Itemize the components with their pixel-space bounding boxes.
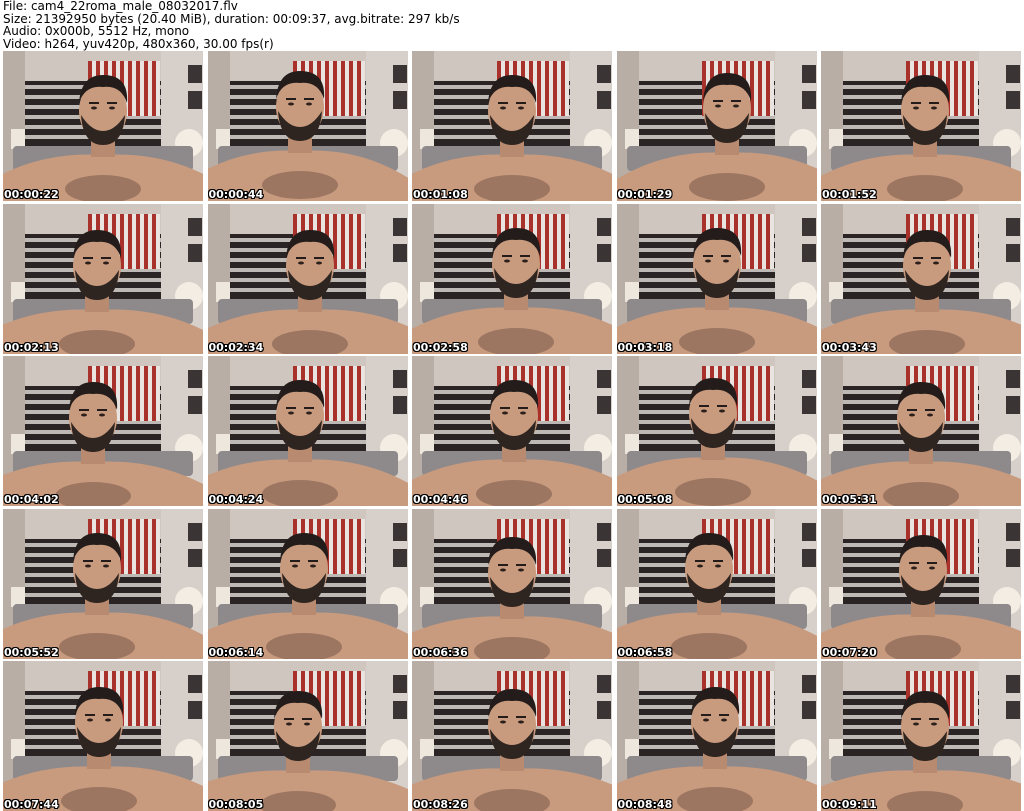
webcam-frame-image (207, 356, 408, 506)
thumbnail-timestamp: 00:06:14 (208, 645, 264, 659)
thumbnail-timestamp: 00:02:13 (4, 340, 59, 354)
thumbnail-timestamp: 00:04:46 (413, 493, 468, 506)
thumbnail-timestamp: 00:01:29 (617, 188, 673, 201)
thumbnail-grid: 00:00:22 00:00:44 00:01:08 00:01:29 00:01:52… (3, 51, 1021, 811)
video-thumbnail: 00:09:11 (821, 661, 1021, 811)
thumbnail-timestamp: 00:01:52 (822, 188, 877, 201)
video-thumbnail: 00:05:31 (821, 356, 1021, 506)
thumbnail-timestamp: 00:05:31 (822, 493, 877, 506)
thumbnail-timestamp: 00:02:58 (413, 340, 468, 354)
video-thumbnail: 00:06:14 (207, 508, 408, 659)
thumbnail-timestamp: 00:08:26 (413, 798, 468, 811)
video-thumbnail: 00:02:34 (207, 203, 408, 354)
video-thumbnail: 00:02:13 (3, 203, 203, 354)
webcam-frame-image (821, 356, 1021, 506)
video-thumbnail: 00:01:52 (821, 51, 1021, 201)
thumbnail-timestamp: 00:04:24 (208, 493, 264, 506)
webcam-frame-image (412, 508, 612, 659)
webcam-frame-image (3, 508, 203, 659)
file-name-line: File: cam4_22roma_male_08032017.flv (3, 0, 238, 13)
thumbnail-timestamp: 00:05:08 (617, 493, 673, 506)
video-thumbnail: 00:01:29 (616, 51, 817, 201)
webcam-frame-image (821, 661, 1021, 811)
thumbnail-timestamp: 00:09:11 (822, 798, 877, 811)
webcam-frame-image (821, 508, 1021, 659)
video-thumbnail: 00:04:46 (412, 356, 612, 506)
video-thumbnail: 00:01:08 (412, 51, 612, 201)
webcam-frame-image (3, 51, 203, 201)
thumbnail-timestamp: 00:03:43 (822, 340, 877, 354)
webcam-frame-image (616, 508, 817, 659)
video-thumbnail: 00:05:08 (616, 356, 817, 506)
webcam-frame-image (207, 661, 408, 811)
video-thumbnail: 00:06:36 (412, 508, 612, 659)
thumbnail-timestamp: 00:07:44 (4, 798, 59, 811)
thumbnail-timestamp: 00:03:18 (617, 340, 673, 354)
video-thumbnail: 00:04:02 (3, 356, 203, 506)
webcam-frame-image (207, 508, 408, 659)
thumbnail-timestamp: 00:07:20 (822, 645, 877, 659)
video-thumbnail: 00:05:52 (3, 508, 203, 659)
webcam-frame-image (616, 51, 817, 201)
thumbnail-timestamp: 00:06:36 (413, 645, 468, 659)
thumbnail-timestamp: 00:00:44 (208, 188, 264, 201)
thumbnail-timestamp: 00:00:22 (4, 188, 59, 201)
video-thumbnail: 00:08:05 (207, 661, 408, 811)
webcam-frame-image (412, 203, 612, 354)
webcam-frame-image (412, 356, 612, 506)
video-thumbnail: 00:02:58 (412, 203, 612, 354)
webcam-frame-image (3, 356, 203, 506)
video-thumbnail: 00:06:58 (616, 508, 817, 659)
video-thumbnail: 00:08:48 (616, 661, 817, 811)
webcam-frame-image (616, 203, 817, 354)
webcam-frame-image (821, 51, 1021, 201)
webcam-frame-image (207, 51, 408, 201)
video-info-line: Video: h264, yuv420p, 480x360, 30.00 fps… (3, 36, 274, 51)
video-thumbnail: 00:00:22 (3, 51, 203, 201)
thumbnail-timestamp: 00:01:08 (413, 188, 468, 201)
webcam-frame-image (616, 661, 817, 811)
thumbnail-timestamp: 00:08:05 (208, 798, 264, 811)
video-thumbnail: 00:00:44 (207, 51, 408, 201)
thumbnail-timestamp: 00:05:52 (4, 645, 59, 659)
webcam-frame-image (412, 661, 612, 811)
video-thumbnail: 00:08:26 (412, 661, 612, 811)
audio-info-line: Audio: 0x000b, 5512 Hz, mono (3, 24, 190, 38)
webcam-frame-image (616, 356, 817, 506)
webcam-frame-image (3, 203, 203, 354)
video-thumbnail: 00:03:43 (821, 203, 1021, 354)
webcam-frame-image (412, 51, 612, 201)
webcam-frame-image (207, 203, 408, 354)
file-info-header: File: cam4_22roma_male_08032017.flv Size… (3, 0, 1021, 50)
video-thumbnail: 00:04:24 (207, 356, 408, 506)
video-thumbnail: 00:07:44 (3, 661, 203, 811)
thumbnail-timestamp: 00:06:58 (617, 645, 673, 659)
video-thumbnail: 00:07:20 (821, 508, 1021, 659)
thumbnail-timestamp: 00:04:02 (4, 493, 59, 506)
webcam-frame-image (3, 661, 203, 811)
thumbnail-timestamp: 00:02:34 (208, 340, 264, 354)
thumbnail-timestamp: 00:08:48 (617, 798, 673, 811)
video-thumbnail: 00:03:18 (616, 203, 817, 354)
webcam-frame-image (821, 203, 1021, 354)
